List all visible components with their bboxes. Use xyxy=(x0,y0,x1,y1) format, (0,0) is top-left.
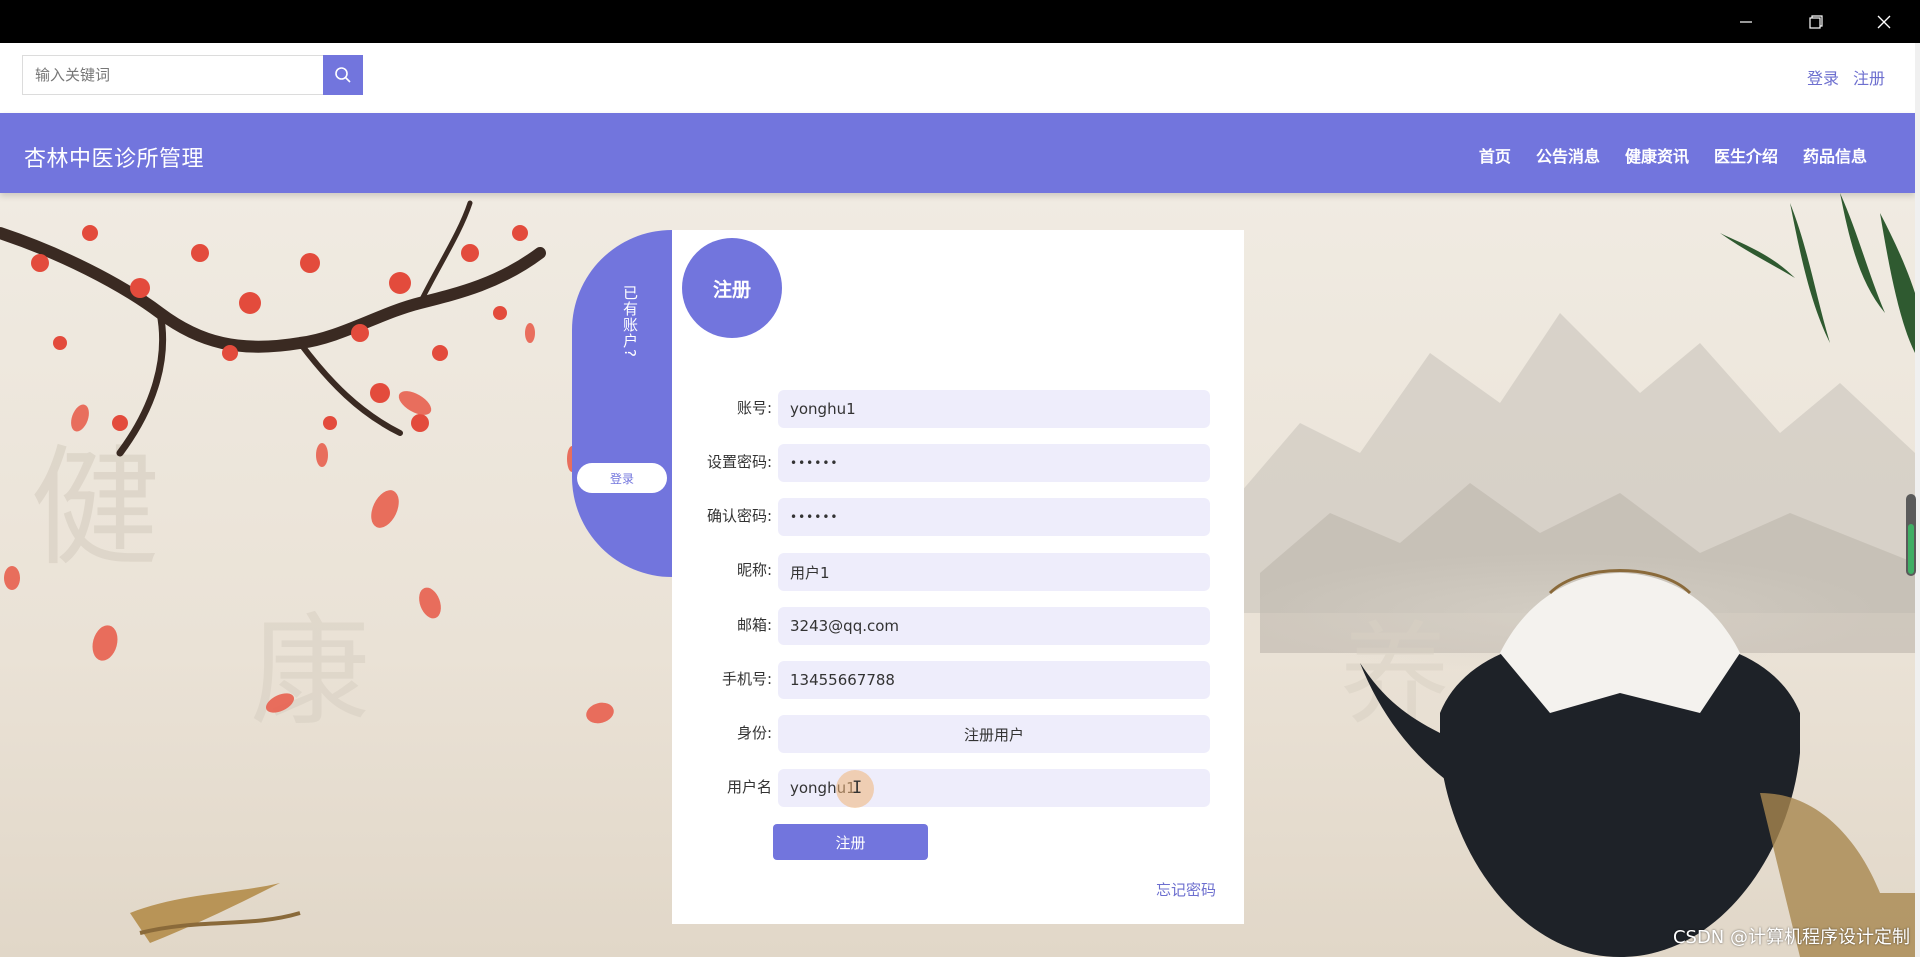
site-title: 杏林中医诊所管理 xyxy=(24,147,205,172)
watermark-text: CSDN @计算机程序设计定制 xyxy=(1672,927,1910,948)
window-titlebar xyxy=(0,0,1920,43)
role-label: 身份: xyxy=(736,724,772,742)
confirm-password-label: 确认密码: xyxy=(706,507,772,525)
close-icon[interactable] xyxy=(1856,0,1912,43)
search-input[interactable] xyxy=(22,55,323,95)
nav-item-doctors[interactable]: 医生介绍 xyxy=(1714,143,1778,167)
nickname-field[interactable]: 用户1 xyxy=(778,553,1210,591)
search-button[interactable] xyxy=(323,55,363,95)
register-link[interactable]: 注册 xyxy=(1853,65,1885,89)
email-field[interactable]: 3243@qq.com xyxy=(778,607,1210,645)
main-navbar: 杏林中医诊所管理 首页 公告消息 健康资讯 医生介绍 药品信息 xyxy=(0,113,1915,193)
email-label: 邮箱: xyxy=(736,616,772,634)
login-link[interactable]: 登录 xyxy=(1807,65,1839,89)
top-bar: 登录 注册 xyxy=(0,43,1915,113)
nav-item-home[interactable]: 首页 xyxy=(1479,143,1511,167)
password-field[interactable]: •••••• xyxy=(778,444,1210,482)
scrollbar-thumb[interactable] xyxy=(1906,494,1916,576)
role-select[interactable]: 注册用户 xyxy=(778,715,1210,753)
account-field[interactable]: yonghu1 xyxy=(778,390,1210,428)
auth-links: 登录 注册 xyxy=(1807,65,1885,89)
svg-text:康: 康 xyxy=(250,603,370,742)
register-submit-button[interactable]: 注册 xyxy=(773,824,928,860)
login-side-panel xyxy=(572,230,672,577)
search-box xyxy=(22,55,363,95)
phone-field[interactable]: 13455667788 xyxy=(778,661,1210,699)
register-title-badge: 注册 xyxy=(682,238,782,338)
nav-menu: 首页 公告消息 健康资讯 医生介绍 药品信息 xyxy=(1479,143,1867,167)
forgot-password-link[interactable]: 忘记密码 xyxy=(1156,879,1216,900)
confirm-password-field[interactable]: •••••• xyxy=(778,498,1210,536)
nav-item-announcements[interactable]: 公告消息 xyxy=(1536,143,1600,167)
nav-item-medicines[interactable]: 药品信息 xyxy=(1803,143,1867,167)
minimize-icon[interactable] xyxy=(1718,0,1774,43)
side-login-button[interactable]: 登录 xyxy=(577,463,667,493)
password-label: 设置密码: xyxy=(706,453,772,471)
restore-icon[interactable] xyxy=(1788,0,1844,43)
nav-item-health-news[interactable]: 健康资讯 xyxy=(1625,143,1689,167)
nickname-label: 昵称: xyxy=(736,561,772,579)
text-cursor-icon: I xyxy=(852,778,863,798)
svg-text:健: 健 xyxy=(30,432,160,584)
search-icon xyxy=(335,67,351,83)
have-account-text: 已有账户? xyxy=(621,285,639,358)
username-label: 用户名 xyxy=(726,778,772,796)
account-label: 账号: xyxy=(736,399,772,417)
phone-label: 手机号: xyxy=(721,670,772,688)
